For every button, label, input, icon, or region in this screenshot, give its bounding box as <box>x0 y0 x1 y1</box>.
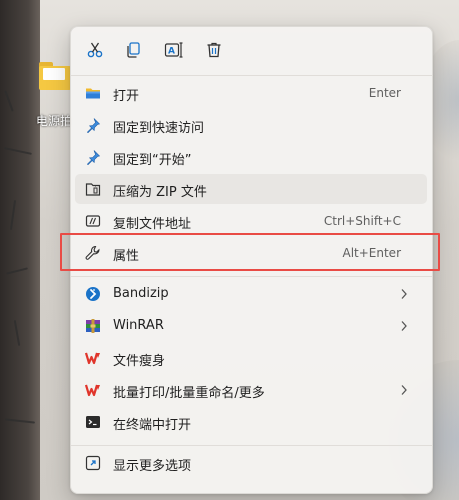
more-options-icon <box>85 455 101 471</box>
chevron-right-icon <box>397 382 411 398</box>
cut-button[interactable] <box>83 38 107 62</box>
menu-item-pin-start[interactable]: 固定到“开始” <box>75 142 427 172</box>
rename-button[interactable]: A <box>162 38 186 62</box>
menu-item-open[interactable]: 打开 Enter <box>75 78 427 108</box>
quick-action-bar: A <box>71 27 432 73</box>
pin-icon <box>85 117 101 133</box>
menu-separator <box>71 276 432 277</box>
menu-item-show-more-options[interactable]: 显示更多选项 <box>75 448 427 478</box>
copy-icon <box>127 42 140 58</box>
menu-item-label: 固定到快速访问 <box>113 121 205 136</box>
menu-item-winrar[interactable]: WinRAR <box>75 311 427 341</box>
desktop-icon-label: 电源拍 <box>36 114 73 128</box>
wps-icon <box>85 350 101 366</box>
menu-separator <box>71 445 432 446</box>
menu-item-shortcut: Ctrl+Shift+C <box>323 214 401 228</box>
chevron-right-icon <box>397 286 411 302</box>
menu-item-label: 在终端中打开 <box>113 418 192 433</box>
menu-item-label: WinRAR <box>113 318 164 333</box>
trash-icon <box>207 42 221 58</box>
menu-item-compress-zip[interactable]: 压缩为 ZIP 文件 <box>75 174 427 204</box>
zip-folder-icon <box>85 181 101 197</box>
bandizip-icon <box>85 286 101 302</box>
background-dark-strip <box>0 0 40 500</box>
pin-icon <box>85 149 101 165</box>
wps-icon <box>85 382 101 398</box>
menu-item-batch-more[interactable]: 批量打印/批量重命名/更多 <box>75 375 427 405</box>
menu-item-shortcut: Enter <box>368 86 401 100</box>
svg-text:A: A <box>168 47 175 57</box>
terminal-icon <box>85 414 101 430</box>
scissors-icon <box>87 42 103 58</box>
delete-button[interactable] <box>202 38 226 62</box>
menu-item-copy-path[interactable]: 复制文件地址 Ctrl+Shift+C <box>75 206 427 236</box>
menu-item-label: 文件瘦身 <box>113 354 166 369</box>
menu-item-label: 复制文件地址 <box>113 217 192 232</box>
menu-separator <box>71 75 432 76</box>
menu-item-label: 打开 <box>113 89 140 104</box>
rename-icon: A <box>164 42 183 58</box>
folder-open-icon <box>85 85 101 101</box>
highlight-annotation-box <box>60 233 440 271</box>
menu-item-label: Bandizip <box>113 286 169 301</box>
menu-item-label: 显示更多选项 <box>113 459 192 474</box>
menu-item-pin-quick-access[interactable]: 固定到快速访问 <box>75 110 427 140</box>
menu-item-bandizip[interactable]: Bandizip <box>75 279 427 309</box>
chevron-right-icon <box>397 318 411 334</box>
menu-item-label: 批量打印/批量重命名/更多 <box>113 386 265 401</box>
menu-item-file-slim[interactable]: 文件瘦身 <box>75 343 427 373</box>
menu-item-open-terminal[interactable]: 在终端中打开 <box>75 407 427 437</box>
copy-path-icon <box>85 213 101 229</box>
winrar-icon <box>85 318 101 334</box>
menu-item-label: 固定到“开始” <box>113 153 192 168</box>
copy-button[interactable] <box>121 38 145 62</box>
folder-icon <box>39 62 71 90</box>
menu-item-label: 压缩为 ZIP 文件 <box>113 185 207 200</box>
